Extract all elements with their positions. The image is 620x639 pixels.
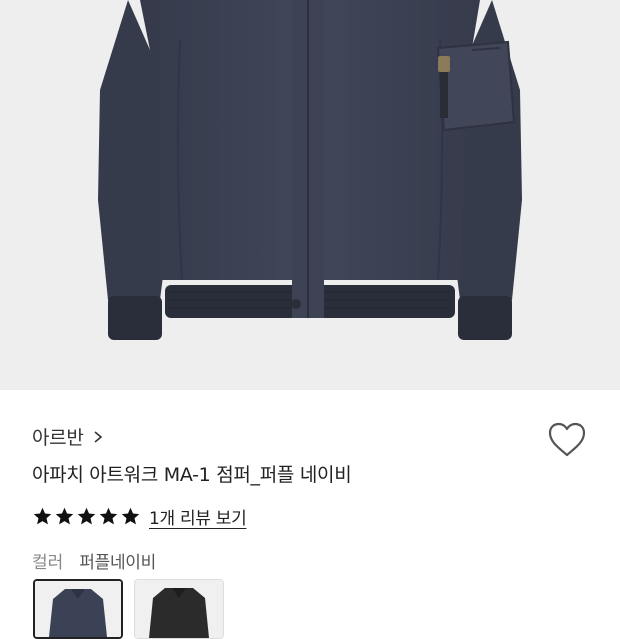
option-value: 퍼플네이비: [79, 553, 156, 573]
star-filled-icon: [99, 507, 118, 524]
color-swatch-black[interactable]: [134, 579, 224, 639]
star-filled-icon: [77, 507, 96, 524]
swatch-thumbnail: [135, 580, 223, 638]
star-filled-icon: [33, 507, 52, 524]
brand-link[interactable]: 아르반: [32, 422, 104, 450]
star-filled-icon: [55, 507, 74, 524]
color-swatch-purple-navy[interactable]: [33, 579, 123, 639]
star-filled-icon: [121, 507, 140, 524]
chevron-right-icon: [92, 429, 104, 443]
brand-name: 아르반: [32, 426, 84, 449]
star-rating: [32, 506, 142, 527]
swatch-thumbnail: [35, 581, 121, 637]
product-image[interactable]: [0, 0, 620, 390]
heart-outline-icon[interactable]: [546, 420, 588, 460]
jacket-illustration: [98, 0, 522, 340]
option-label: 컬러: [32, 553, 64, 573]
rating-row: 1개 리뷰 보기: [32, 503, 247, 529]
product-title: 아파치 아트워크 MA-1 점퍼_퍼플 네이비: [32, 464, 352, 486]
color-option: 컬러 퍼플네이비: [32, 548, 156, 573]
review-link[interactable]: 1개 리뷰 보기: [149, 504, 247, 529]
